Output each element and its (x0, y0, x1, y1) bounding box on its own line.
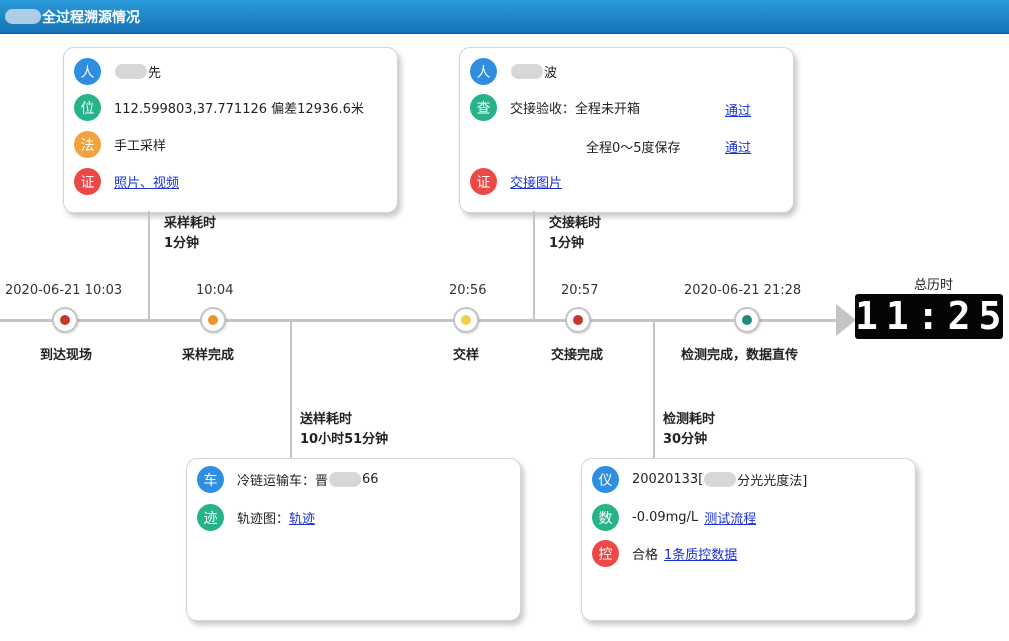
handover-duration-title: 交接耗时 (549, 216, 602, 231)
check-label: 交接验收： (510, 102, 576, 117)
event-time-arrival: 2020-06-21 10:03 (5, 283, 123, 298)
receiver-name: 波 (544, 66, 558, 81)
evidence-icon: 证 (470, 168, 497, 195)
event-time-handover: 20:57 (561, 283, 599, 298)
check-icon: 查 (470, 94, 497, 121)
track-link[interactable]: 轨迹 (289, 508, 315, 527)
evidence-icon: 证 (74, 168, 101, 195)
event-label-delivered: 交样 (453, 348, 480, 363)
testing-duration-value: 30分钟 (663, 432, 708, 447)
event-dot (742, 315, 752, 325)
check-item-sealed: 全程未开箱 (575, 102, 641, 117)
check-row: 查 交接验收： 全程未开箱 (470, 94, 640, 121)
handover-evidence-row: 证 交接图片 (470, 168, 562, 195)
event-node-tested[interactable] (734, 307, 760, 333)
track-icon: 迹 (197, 504, 224, 531)
event-dot (208, 315, 218, 325)
event-dot (461, 315, 471, 325)
sampler-name: 先 (148, 66, 162, 81)
location-icon: 位 (74, 94, 101, 121)
handover-card: 人 波 查 交接验收： 全程未开箱 通过 全程0～5度保存 通过 证 交接图片 (459, 47, 794, 213)
qc-data-link[interactable]: 1条质控数据 (664, 544, 737, 563)
event-node-arrival[interactable] (52, 307, 78, 333)
sampling-card: 人 先 位 112.599803,37.771126 偏差12936.6米 法 … (63, 47, 398, 213)
testing-duration: 检测耗时 30分钟 (663, 410, 715, 450)
sampling-duration-title: 采样耗时 (164, 216, 217, 231)
location-row: 位 112.599803,37.771126 偏差12936.6米 (74, 94, 364, 121)
vehicle-plate-suffix: 66 (362, 472, 379, 487)
measured-value: -0.09mg/L (632, 510, 699, 525)
transport-duration-title: 送样耗时 (300, 412, 353, 427)
page-header: 全过程溯源情况 (0, 0, 1009, 34)
event-node-delivered[interactable] (453, 307, 479, 333)
timeline-arrow-icon (836, 304, 856, 336)
total-label: 总历时 (914, 278, 954, 293)
check-result-temperature[interactable]: 通过 (725, 137, 751, 156)
person-icon: 人 (470, 58, 497, 85)
control-row: 控 合格 1条质控数据 (592, 540, 737, 567)
handover-duration: 交接耗时 1分钟 (549, 214, 601, 254)
testing-duration-title: 检测耗时 (663, 412, 716, 427)
event-label-handover: 交接完成 (551, 348, 604, 363)
event-label-tested: 检测完成，数据直传 (681, 348, 799, 363)
location-text: 112.599803,37.771126 偏差12936.6米 (114, 102, 364, 117)
redacted-method (704, 472, 737, 487)
data-icon: 数 (592, 504, 619, 531)
redacted-name (115, 64, 147, 79)
instrument-icon: 仪 (592, 466, 619, 493)
method-row: 法 手工采样 (74, 131, 166, 158)
redacted-plate (329, 472, 362, 487)
control-icon: 控 (592, 540, 619, 567)
track-label: 轨迹图： (237, 512, 290, 527)
vehicle-row: 车 冷链运输车：晋 66 (197, 466, 379, 493)
event-dot (60, 315, 70, 325)
instrument-code: 20020133[ (632, 472, 704, 487)
total-timer: 11:25 (855, 294, 1009, 339)
receiver-row: 人 波 (470, 58, 557, 85)
transport-connector (290, 321, 292, 459)
event-time-sampled: 10:04 (196, 283, 234, 298)
handover-duration-value: 1分钟 (549, 236, 585, 251)
check-item-temperature: 全程0～5度保存 (586, 141, 681, 156)
check-result-sealed[interactable]: 通过 (725, 100, 751, 119)
sampling-duration: 采样耗时 1分钟 (164, 214, 216, 254)
testing-connector (653, 321, 655, 459)
redacted-name (511, 64, 543, 79)
evidence-row: 证 照片、视频 (74, 168, 179, 195)
sampling-connector (148, 211, 150, 321)
header-logo (5, 9, 41, 24)
track-row: 迹 轨迹图： 轨迹 (197, 504, 315, 531)
person-icon: 人 (74, 58, 101, 85)
testing-card: 仪 20020133[ 分光光度法] 数 -0.09mg/L 测试流程 控 合格… (581, 458, 916, 621)
data-row: 数 -0.09mg/L 测试流程 (592, 504, 756, 531)
event-label-sampled: 采样完成 (182, 348, 235, 363)
handover-connector (533, 211, 535, 321)
sampler-row: 人 先 (74, 58, 161, 85)
vehicle-icon: 车 (197, 466, 224, 493)
method-text: 手工采样 (114, 139, 167, 154)
event-dot (573, 315, 583, 325)
event-node-sampled[interactable] (200, 307, 226, 333)
transport-duration: 送样耗时 10小时51分钟 (300, 410, 388, 450)
event-label-arrival: 到达现场 (40, 348, 93, 363)
vehicle-text: 冷链运输车：晋 (237, 474, 329, 489)
control-status: 合格 (632, 548, 659, 563)
sampling-duration-value: 1分钟 (164, 236, 200, 251)
method-icon: 法 (74, 131, 101, 158)
instrument-method: 分光光度法] (737, 474, 808, 489)
photo-video-link[interactable]: 照片、视频 (114, 172, 179, 191)
timeline-axis (0, 319, 838, 322)
handover-image-link[interactable]: 交接图片 (510, 172, 562, 191)
event-time-tested: 2020-06-21 21:28 (684, 283, 802, 298)
transport-duration-value: 10小时51分钟 (300, 432, 389, 447)
page-title: 全过程溯源情况 (42, 10, 140, 26)
event-node-handover[interactable] (565, 307, 591, 333)
test-process-link[interactable]: 测试流程 (704, 508, 756, 527)
event-time-delivered: 20:56 (449, 283, 487, 298)
instrument-row: 仪 20020133[ 分光光度法] (592, 466, 807, 493)
transport-card: 车 冷链运输车：晋 66 迹 轨迹图： 轨迹 (186, 458, 521, 621)
